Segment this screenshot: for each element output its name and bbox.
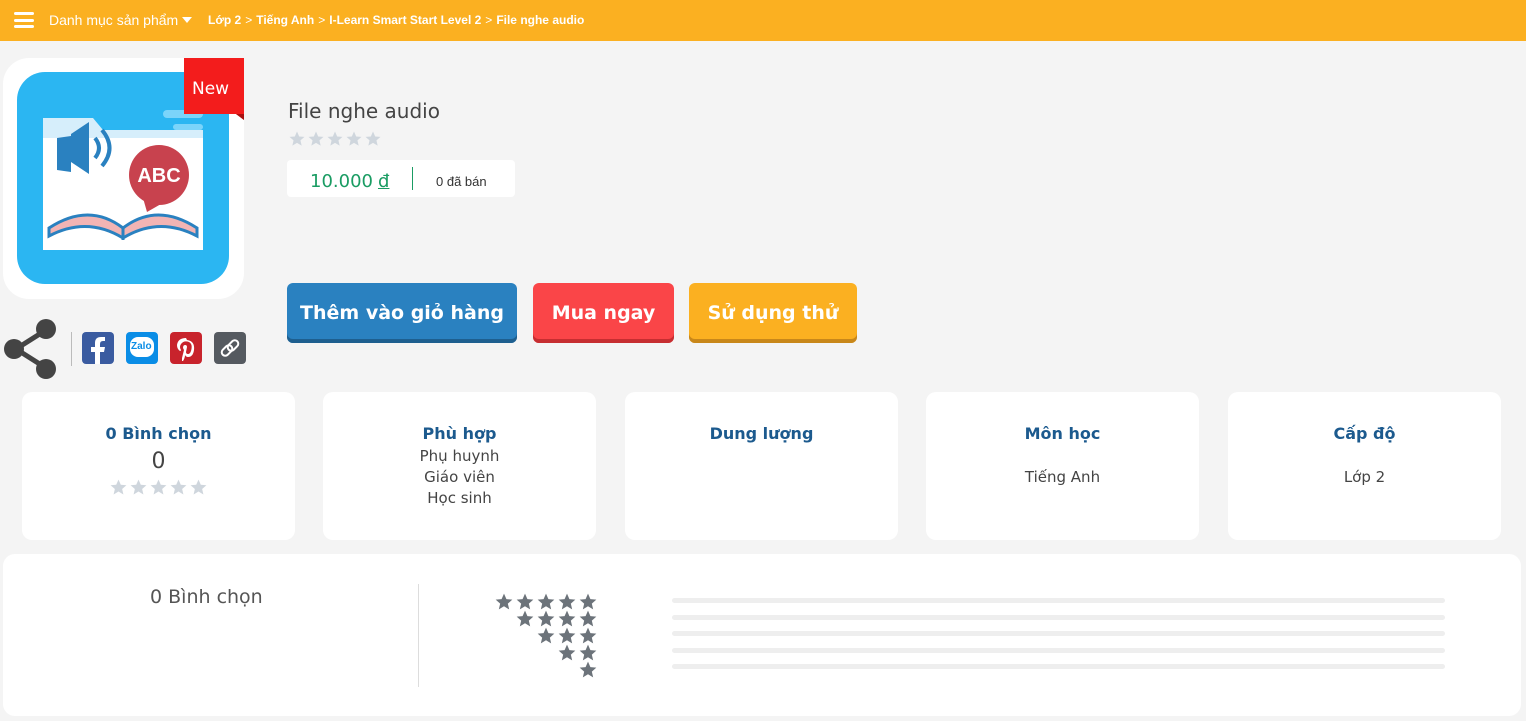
rating-bar-3 <box>672 631 1445 636</box>
add-to-cart-button[interactable]: Thêm vào giỏ hàng <box>287 283 517 343</box>
new-badge-label: New <box>192 79 230 99</box>
card-subject-value: Tiếng Anh <box>1024 468 1101 486</box>
card-suitable-students: Học sinh <box>427 489 492 507</box>
try-button[interactable]: Sử dụng thử <box>689 283 857 343</box>
chevron-right-icon: > <box>318 13 326 27</box>
zalo-icon[interactable]: Zalo <box>126 332 158 364</box>
card-level: Cấp độ Lớp 2 <box>1228 392 1501 540</box>
price-currency: đ <box>377 171 390 192</box>
card-votes-value: 0 <box>151 449 166 474</box>
card-suitable-teachers: Giáo viên <box>424 468 495 486</box>
rating-row-3 <box>493 626 598 644</box>
product-price: 10.000 đ <box>310 171 389 192</box>
card-subject: Môn học Tiếng Anh <box>926 392 1199 540</box>
price-box: 10.000 đ 0 đã bán <box>287 160 515 197</box>
rating-row-5 <box>493 592 598 610</box>
breadcrumb-item-subject[interactable]: Tiếng Anh <box>256 13 314 27</box>
star-icon <box>537 627 555 644</box>
link-icon[interactable] <box>214 332 246 364</box>
share-row: Zalo <box>2 318 252 380</box>
price-divider <box>412 167 413 190</box>
card-subject-title: Môn học <box>1024 424 1101 443</box>
rating-bar-4 <box>672 614 1445 620</box>
top-bar: Danh mục sản phẩm Lớp 2 > Tiếng Anh > I-… <box>0 0 1526 41</box>
share-divider <box>71 332 72 366</box>
product-title: File nghe audio <box>288 99 440 123</box>
star-icon <box>579 661 597 678</box>
star-icon <box>289 131 305 146</box>
star-icon <box>150 479 167 495</box>
review-count: 0 Bình chọn <box>150 586 263 608</box>
rating-bar-1 <box>672 664 1445 669</box>
pinterest-icon[interactable] <box>170 332 202 364</box>
breadcrumb-item-series[interactable]: I-Learn Smart Start Level 2 <box>329 13 481 27</box>
card-votes-stars <box>22 478 295 497</box>
category-menu-label: Danh mục sản phẩm <box>49 12 179 28</box>
price-value: 10.000 <box>310 171 373 192</box>
star-icon <box>190 479 207 495</box>
star-icon <box>170 479 187 495</box>
rating-star-rows <box>493 592 598 678</box>
share-icon[interactable] <box>2 318 58 380</box>
rating-row-1 <box>493 660 598 678</box>
rating-bar-5 <box>672 598 1445 603</box>
new-badge: New <box>184 58 244 120</box>
star-icon <box>558 644 576 661</box>
card-suitable-title: Phù hợp <box>422 424 497 443</box>
review-divider <box>418 584 419 687</box>
chevron-right-icon: > <box>485 13 493 27</box>
card-level-value: Lớp 2 <box>1343 468 1386 486</box>
star-icon <box>130 479 147 495</box>
star-icon <box>308 131 324 146</box>
sold-count: 0 đã bán <box>436 174 487 189</box>
buy-now-button[interactable]: Mua ngay <box>533 283 674 343</box>
star-icon <box>365 131 381 146</box>
breadcrumb: Lớp 2 > Tiếng Anh > I-Learn Smart Start … <box>208 13 584 27</box>
breadcrumb-item-current: File nghe audio <box>496 13 585 27</box>
hamburger-menu-icon[interactable] <box>14 12 34 28</box>
category-menu[interactable]: Danh mục sản phẩm <box>49 12 193 28</box>
star-icon <box>110 479 127 495</box>
chevron-right-icon: > <box>245 13 253 27</box>
rating-bar-2 <box>672 647 1445 653</box>
product-rating-stars <box>288 130 382 148</box>
star-icon <box>495 593 513 610</box>
image-text: ABC <box>137 165 180 187</box>
card-suitable: Phù hợp Phụ huynh Giáo viên Học sinh <box>323 392 596 540</box>
star-icon <box>327 131 343 146</box>
card-suitable-parents: Phụ huynh <box>419 447 500 465</box>
card-size-title: Dung lượng <box>709 424 814 443</box>
card-votes: 0 Bình chọn 0 <box>22 392 295 540</box>
rating-bars <box>672 598 1445 681</box>
star-icon <box>346 131 362 146</box>
zalo-icon-label: Zalo <box>131 341 152 352</box>
card-level-title: Cấp độ <box>1333 424 1396 443</box>
star-icon <box>516 610 534 627</box>
card-size: Dung lượng <box>625 392 898 540</box>
review-summary: 0 Bình chọn <box>3 554 1521 716</box>
card-votes-title: 0 Bình chọn <box>105 424 212 443</box>
caret-down-icon <box>182 17 193 23</box>
breadcrumb-item-grade[interactable]: Lớp 2 <box>208 13 241 27</box>
facebook-icon[interactable] <box>82 332 114 364</box>
